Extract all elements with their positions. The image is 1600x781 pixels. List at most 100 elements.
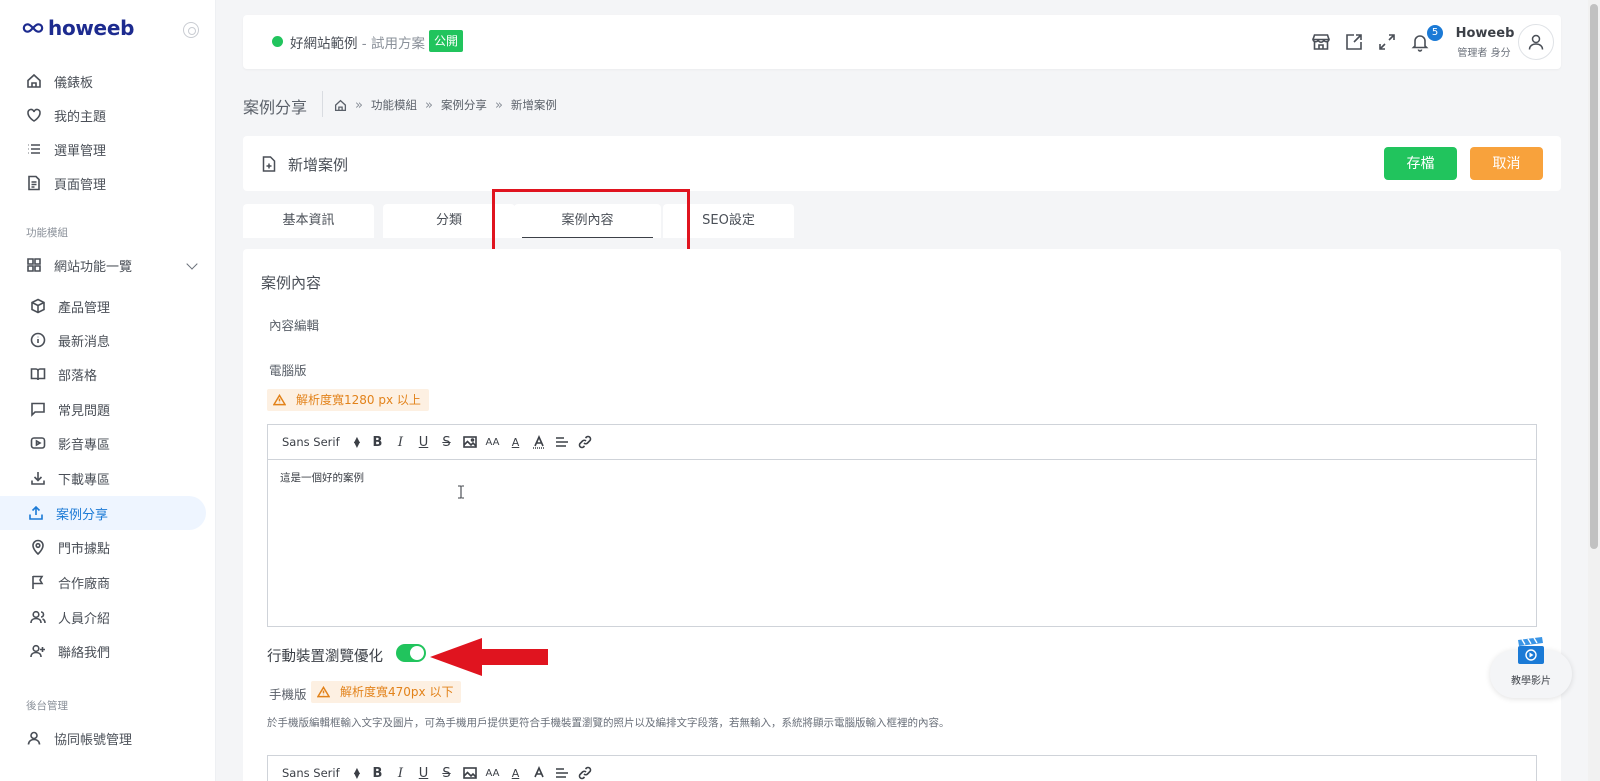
- font-color-icon[interactable]: A: [504, 432, 527, 452]
- sidebar-item-contact[interactable]: 聯絡我們: [14, 634, 206, 668]
- site-name-text: 好網站範例: [290, 36, 358, 52]
- grid-icon: [26, 257, 42, 273]
- align-icon[interactable]: [550, 763, 573, 781]
- breadcrumb-item-case-share[interactable]: 案例分享: [441, 97, 487, 113]
- share-icon: [28, 505, 44, 521]
- sidebar-group-site-features[interactable]: 網站功能一覽: [14, 248, 206, 282]
- user-role: 管理者 身分: [1457, 48, 1511, 59]
- help-video-widget[interactable]: 教學影片: [1490, 632, 1572, 698]
- sidebar-item-label: 協同帳號管理: [54, 732, 133, 748]
- sidebar-item-label: 合作廠商: [58, 576, 111, 592]
- sidebar-collapse-icon[interactable]: [183, 22, 199, 38]
- sidebar-section-backend: 後台管理: [26, 700, 68, 712]
- bold-icon[interactable]: B: [366, 763, 389, 781]
- mobile-warning-text: 解析度寬470px 以下: [340, 685, 454, 699]
- desktop-editor-body[interactable]: 這是一個好的案例: [268, 460, 1536, 626]
- store-icon[interactable]: [1311, 32, 1331, 52]
- warning-icon: [317, 686, 330, 698]
- italic-icon[interactable]: I: [389, 432, 412, 452]
- image-icon[interactable]: [458, 432, 481, 452]
- list-icon: [26, 141, 42, 157]
- fullscreen-icon[interactable]: [1377, 32, 1397, 52]
- align-icon[interactable]: [550, 432, 573, 452]
- sidebar-item-label: 聯絡我們: [58, 645, 111, 661]
- background-color-icon[interactable]: [527, 763, 550, 781]
- scrollbar-thumb[interactable]: [1590, 4, 1598, 549]
- sidebar-item-label: 影音專區: [58, 437, 111, 453]
- mobile-label: 手機版: [269, 687, 307, 702]
- desktop-label: 電腦版: [269, 363, 307, 378]
- cancel-button[interactable]: 取消: [1470, 147, 1543, 180]
- sidebar-item-products[interactable]: 產品管理: [14, 289, 206, 323]
- home-icon: [26, 73, 42, 89]
- notification-count-badge: 5: [1427, 25, 1443, 41]
- breadcrumb-separator: »: [355, 97, 363, 113]
- text-cursor-icon: [457, 485, 465, 499]
- avatar[interactable]: [1518, 24, 1554, 60]
- italic-icon[interactable]: I: [389, 763, 412, 781]
- breadcrumb-item-new-case: 新增案例: [510, 98, 557, 112]
- save-button[interactable]: 存檔: [1384, 147, 1457, 180]
- sidebar-item-co-accounts[interactable]: 協同帳號管理: [14, 721, 206, 755]
- site-plan: - 試用方案: [357, 36, 425, 52]
- font-select[interactable]: Sans Serif ▲ ▼: [282, 766, 366, 780]
- document-icon: [26, 175, 42, 191]
- video-clapper-icon: [1518, 637, 1544, 664]
- warning-icon: [273, 394, 286, 406]
- sidebar-item-stores[interactable]: 門市據點: [14, 530, 206, 564]
- user-name[interactable]: Howeeb: [1454, 26, 1516, 41]
- sidebar-item-my-theme[interactable]: 我的主題: [14, 98, 206, 132]
- user-avatar-icon: [1528, 34, 1544, 50]
- sidebar-item-label: 選單管理: [54, 143, 107, 159]
- font-color-icon[interactable]: A: [504, 763, 527, 781]
- add-document-icon: [262, 156, 276, 172]
- desktop-warning-text: 解析度寬1280 px 以上: [296, 393, 421, 407]
- breadcrumb-separator: »: [494, 97, 503, 113]
- external-link-icon[interactable]: [1344, 32, 1364, 52]
- link-icon[interactable]: [573, 763, 596, 781]
- sidebar-item-staff[interactable]: 人員介紹: [14, 600, 206, 634]
- sidebar-item-faq[interactable]: 常見問題: [14, 392, 206, 426]
- desktop-editor-text: 這是一個好的案例: [280, 472, 364, 484]
- bold-icon[interactable]: B: [366, 432, 389, 452]
- sidebar-item-case-share[interactable]: 案例分享: [0, 496, 206, 530]
- strikethrough-icon[interactable]: S: [435, 432, 458, 452]
- box-icon: [30, 298, 46, 314]
- sidebar-item-blog[interactable]: 部落格: [14, 357, 206, 391]
- home-icon[interactable]: [334, 99, 347, 112]
- underline-icon[interactable]: U: [412, 763, 435, 781]
- chat-icon: [30, 401, 46, 417]
- breadcrumb-item-modules[interactable]: 功能模組: [371, 97, 417, 113]
- sidebar-item-label: 頁面管理: [54, 177, 107, 193]
- link-icon[interactable]: [573, 432, 596, 452]
- user-icon: [26, 730, 42, 746]
- sidebar-item-dashboard[interactable]: 儀錶板: [14, 64, 206, 98]
- sidebar-item-video[interactable]: 影音專區: [14, 426, 206, 460]
- image-icon[interactable]: [458, 763, 481, 781]
- logo[interactable]: howeeb: [22, 16, 134, 40]
- mobile-optimize-toggle[interactable]: [396, 644, 426, 662]
- sidebar-item-partners[interactable]: 合作廠商: [14, 565, 206, 599]
- underline-icon[interactable]: U: [412, 432, 435, 452]
- sidebar-group-label: 網站功能一覽: [54, 259, 133, 275]
- tab-basic-info[interactable]: 基本資訊: [243, 204, 374, 238]
- sidebar-item-downloads[interactable]: 下載專區: [14, 461, 206, 495]
- background-color-icon[interactable]: [527, 432, 550, 452]
- font-size-icon[interactable]: AA: [481, 432, 504, 452]
- page-scrollbar[interactable]: [1588, 0, 1600, 781]
- sidebar-item-pages[interactable]: 頁面管理: [14, 166, 206, 200]
- select-arrows-icon: ▲ ▼: [353, 435, 360, 449]
- sidebar-item-menu[interactable]: 選單管理: [14, 132, 206, 166]
- sidebar-item-label: 部落格: [58, 368, 98, 384]
- font-size-icon[interactable]: AA: [481, 763, 504, 781]
- font-select[interactable]: Sans Serif ▲ ▼: [282, 435, 366, 449]
- sidebar-item-news[interactable]: 最新消息: [14, 323, 206, 357]
- info-icon: [30, 332, 46, 348]
- editor-toolbar: Sans Serif ▲ ▼ B I U S AA A: [268, 425, 1536, 460]
- infinity-logo-icon: [22, 23, 44, 33]
- mobile-resolution-warning: 解析度寬470px 以下: [311, 681, 462, 703]
- desktop-editor: Sans Serif ▲ ▼ B I U S AA A 這是一個好的案例: [267, 424, 1537, 627]
- site-name[interactable]: 好網站範例 - 試用方案: [290, 32, 425, 52]
- mobile-hint: 於手機版編輯框輸入文字及圖片，可為手機用戶提供更符合手機裝置瀏覽的照片以及編排文…: [267, 717, 950, 729]
- strikethrough-icon[interactable]: S: [435, 763, 458, 781]
